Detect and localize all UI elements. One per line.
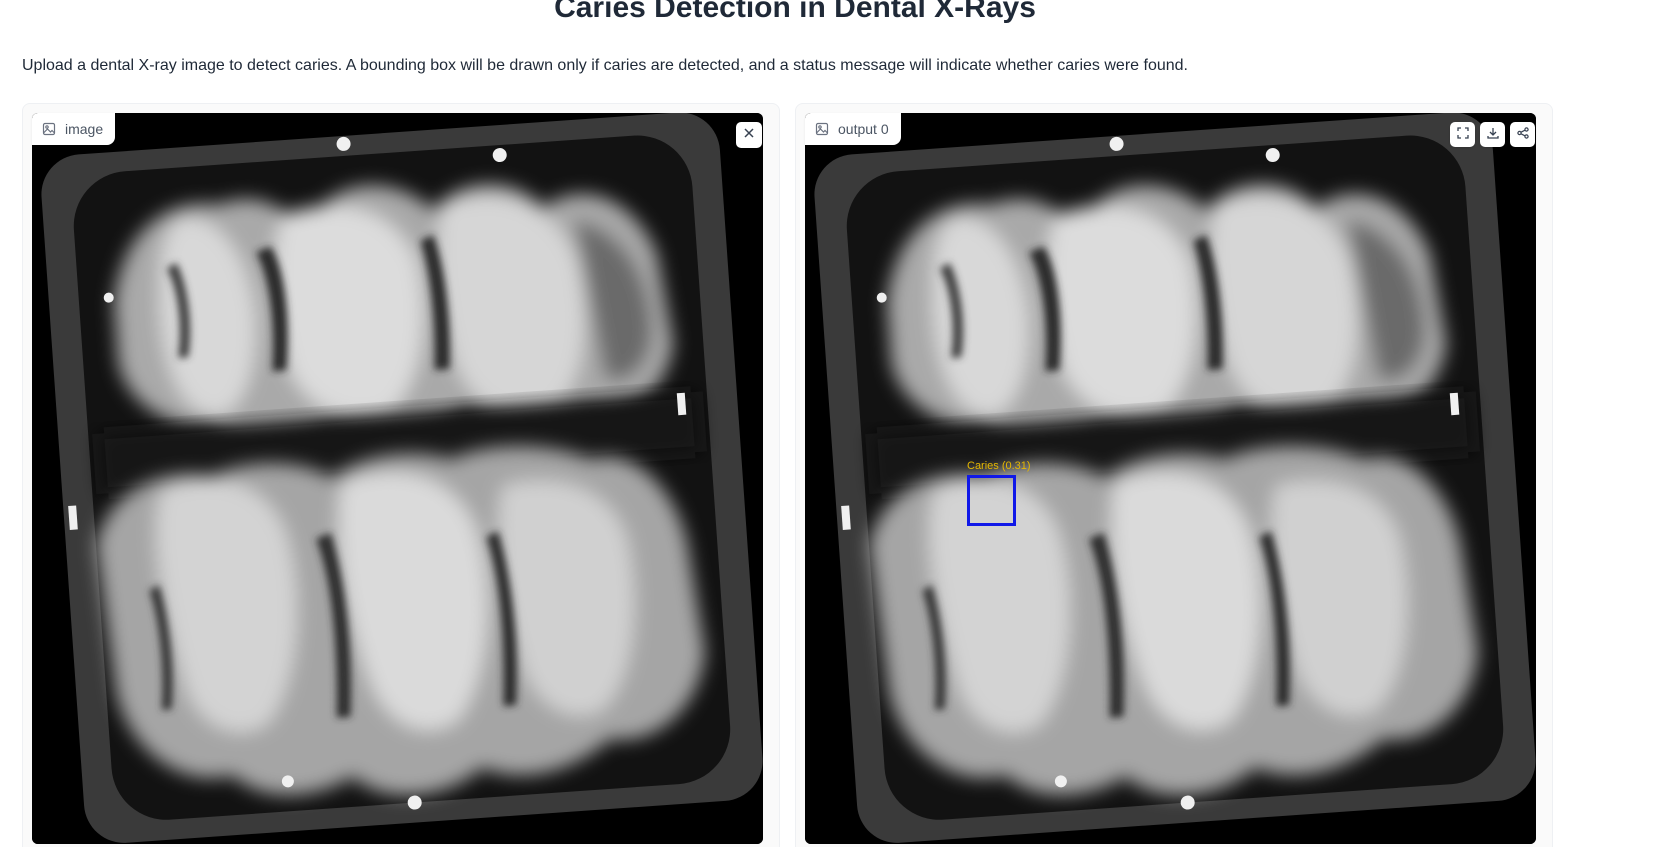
detection-label: Caries (0.31) — [967, 460, 1031, 472]
input-image-label-text: image — [65, 121, 104, 137]
close-icon — [743, 126, 755, 144]
fullscreen-button[interactable] — [1450, 122, 1475, 147]
download-button[interactable] — [1480, 122, 1505, 147]
share-button[interactable] — [1510, 122, 1535, 147]
clear-image-button[interactable] — [736, 122, 762, 148]
image-icon — [42, 122, 56, 136]
input-image-panel: image — [22, 103, 780, 847]
page-description: Upload a dental X-ray image to detect ca… — [22, 57, 1188, 74]
output-xray-image: Caries (0.31) — [805, 113, 1536, 844]
output-image-panel: Caries (0.31) output 0 — [795, 103, 1553, 847]
output-image-label-text: output 0 — [838, 121, 889, 137]
download-icon — [1486, 126, 1499, 144]
detection-bounding-box — [967, 475, 1016, 526]
input-xray-image[interactable] — [32, 113, 763, 844]
input-image-label: image — [32, 113, 116, 145]
share-icon — [1516, 126, 1529, 144]
output-toolbar — [1450, 122, 1535, 147]
image-icon — [815, 122, 829, 136]
fullscreen-icon — [1456, 126, 1469, 144]
page: Caries Detection in Dental X-Rays Upload… — [0, 0, 1655, 847]
output-image-label: output 0 — [805, 113, 901, 145]
page-title: Caries Detection in Dental X-Rays — [554, 0, 1036, 24]
